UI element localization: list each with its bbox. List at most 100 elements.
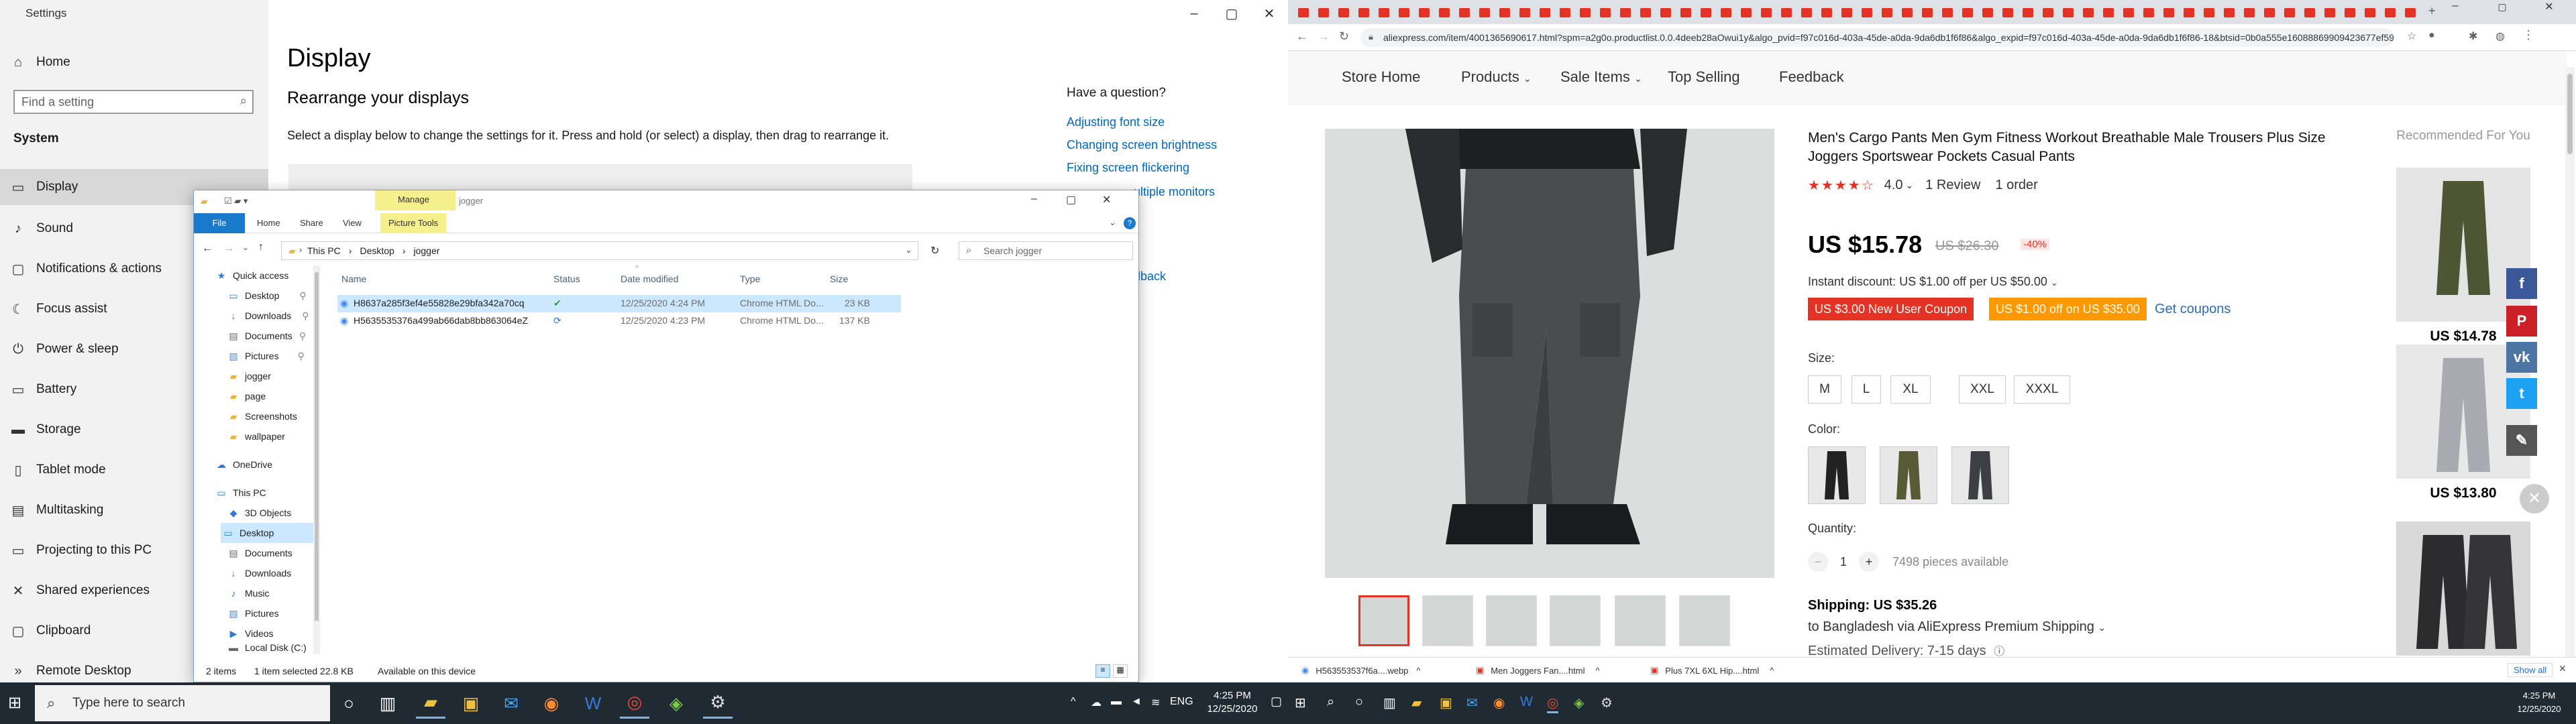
size-option[interactable]: L bbox=[1851, 375, 1881, 404]
tab-home[interactable]: Home bbox=[249, 213, 288, 233]
new-tab-icon[interactable]: + bbox=[2428, 4, 2436, 18]
browser-tab[interactable] bbox=[1456, 4, 1473, 21]
find-setting-input[interactable]: Find a setting ⌕ bbox=[13, 90, 254, 114]
column-size[interactable]: Size bbox=[830, 274, 848, 284]
refresh-icon[interactable]: ↻ bbox=[930, 244, 939, 257]
help-icon[interactable]: ⓘ bbox=[1994, 646, 2004, 657]
back-icon[interactable]: ← bbox=[202, 243, 213, 255]
size-option[interactable]: XXXL bbox=[2014, 375, 2070, 404]
edit-icon[interactable]: ✎ bbox=[2506, 425, 2537, 456]
browser-tab[interactable] bbox=[1375, 4, 1393, 21]
browser-tab[interactable] bbox=[1576, 4, 1594, 21]
nav-onedrive[interactable]: ☁ OneDrive bbox=[214, 455, 272, 475]
address-bar[interactable]: ▰ › This PC › Desktop › jogger ⌄ bbox=[281, 241, 918, 260]
mail-icon[interactable]: ✉ bbox=[496, 688, 526, 719]
thumbnail[interactable] bbox=[1550, 595, 1601, 646]
nav-downloads[interactable]: ↓ Downloads bbox=[226, 563, 292, 583]
clock[interactable]: 4:25 PM 12/25/2020 bbox=[1195, 689, 1269, 716]
browser-tab[interactable] bbox=[2140, 4, 2157, 21]
tray-chevron-icon[interactable]: ^ bbox=[1071, 696, 1076, 708]
browser-tab[interactable] bbox=[1919, 4, 1936, 21]
browser-tab[interactable] bbox=[1838, 4, 1856, 21]
browser-tab[interactable] bbox=[1476, 4, 1493, 21]
browser-tab[interactable] bbox=[1597, 4, 1614, 21]
browser-tab[interactable] bbox=[1315, 4, 1332, 21]
browser-tab[interactable] bbox=[2220, 4, 2238, 21]
network-tray-icon[interactable]: ▬ bbox=[1111, 696, 1122, 708]
close-button[interactable]: ✕ bbox=[1250, 0, 1288, 27]
up-icon[interactable]: ↑ bbox=[258, 241, 264, 253]
browser-tab[interactable] bbox=[2361, 4, 2379, 21]
download-item[interactable]: ◉ H563553537f6a....webp ^ bbox=[1301, 662, 1456, 679]
browser-tab[interactable] bbox=[2200, 4, 2218, 21]
decrease-button[interactable]: − bbox=[1808, 552, 1828, 572]
facebook-share-icon[interactable]: f bbox=[2506, 268, 2537, 299]
minimize-button[interactable]: – bbox=[2442, 0, 2469, 12]
browser-tab[interactable] bbox=[1979, 4, 1996, 21]
nav-quick-access[interactable]: ★ Quick access bbox=[214, 265, 289, 286]
browser-tab[interactable] bbox=[1355, 4, 1373, 21]
profile-icon[interactable]: ◍ bbox=[2496, 29, 2505, 43]
quick-access-toolbar-icon[interactable]: ☑ ▰ ▾ bbox=[224, 196, 248, 206]
browser-tab[interactable] bbox=[1818, 4, 1835, 21]
browser-tab[interactable] bbox=[2080, 4, 2097, 21]
nav-downloads-pinned[interactable]: ↓ Downloads ⚲ bbox=[226, 306, 309, 326]
nav-documents-pinned[interactable]: ▤ Documents ⚲ bbox=[226, 326, 306, 346]
nav-desktop[interactable]: ▭ Desktop bbox=[221, 523, 315, 543]
color-option-green[interactable] bbox=[1880, 446, 1937, 504]
thumbnail[interactable] bbox=[1486, 595, 1537, 646]
browser-tab[interactable] bbox=[1959, 4, 1976, 21]
browser-tab[interactable] bbox=[2301, 4, 2318, 21]
browser-tab[interactable] bbox=[1436, 4, 1453, 21]
forward-icon[interactable]: → bbox=[223, 243, 234, 255]
pinterest-share-icon[interactable]: P bbox=[2506, 306, 2537, 337]
scrollbar-thumb[interactable] bbox=[2567, 74, 2573, 154]
browser-tab[interactable] bbox=[1496, 4, 1513, 21]
browser-tab[interactable] bbox=[1516, 4, 1534, 21]
firefox-icon[interactable]: ◉ bbox=[537, 688, 566, 719]
column-date[interactable]: Date modified bbox=[621, 274, 678, 284]
size-option[interactable]: XL bbox=[1890, 375, 1931, 404]
file-row[interactable]: ◉ H5635535376a499ab66dab8bb863064eZ ⟳ 12… bbox=[337, 312, 901, 330]
file-explorer-icon[interactable]: ▰ bbox=[416, 688, 445, 719]
browser-tab[interactable] bbox=[2160, 4, 2178, 21]
recent-chevron-icon[interactable]: ⌄ bbox=[242, 243, 249, 252]
browser-tab[interactable] bbox=[2381, 4, 2399, 21]
tab-view[interactable]: View bbox=[335, 213, 370, 233]
nav-jogger[interactable]: ▰ jogger bbox=[226, 366, 271, 386]
browser-tab[interactable] bbox=[1778, 4, 1795, 21]
tab-file[interactable]: File bbox=[194, 213, 245, 233]
browser-tab[interactable] bbox=[2241, 4, 2258, 21]
browser-tab[interactable] bbox=[1758, 4, 1775, 21]
product-image[interactable] bbox=[1325, 129, 1774, 578]
windows-start-icon[interactable]: ⊞ bbox=[1295, 695, 1306, 711]
settings-gear-icon[interactable]: ⚙ bbox=[1601, 695, 1613, 711]
column-type[interactable]: Type bbox=[740, 274, 760, 284]
browser-tab[interactable] bbox=[1637, 4, 1654, 21]
close-share-icon[interactable]: ✕ bbox=[2520, 484, 2549, 514]
chevron-down-icon[interactable]: ⌄ bbox=[1109, 217, 1116, 228]
color-option-black[interactable] bbox=[1808, 446, 1866, 504]
thumbnail[interactable] bbox=[1422, 595, 1473, 646]
thumbnail[interactable] bbox=[1615, 595, 1666, 646]
nav-page[interactable]: ▰ page bbox=[226, 386, 266, 406]
instant-discount[interactable]: Instant discount: US $1.00 off per US $5… bbox=[1808, 275, 2058, 289]
browser-tab[interactable] bbox=[1798, 4, 1815, 21]
breadcrumb-this-pc[interactable]: This PC bbox=[307, 245, 341, 256]
maximize-button[interactable]: ▢ bbox=[2489, 1, 2516, 13]
help-icon[interactable]: ? bbox=[1124, 217, 1136, 229]
browser-tab[interactable] bbox=[1717, 4, 1735, 21]
menu-icon[interactable]: ⋮ bbox=[2522, 28, 2534, 42]
browser-tab[interactable] bbox=[1737, 4, 1755, 21]
link-font-size[interactable]: Adjusting font size bbox=[1067, 115, 1165, 129]
address-dropdown-icon[interactable]: ⌄ bbox=[905, 245, 912, 255]
browser-tab[interactable] bbox=[1999, 4, 2017, 21]
taskbar-search[interactable]: ⌕ Type here to search bbox=[35, 685, 330, 721]
clock[interactable]: 4:25 PM 12/25/2020 bbox=[2509, 689, 2569, 716]
minimize-button[interactable]: – bbox=[1175, 0, 1213, 27]
word-icon[interactable]: W bbox=[578, 688, 608, 719]
task-view-icon[interactable]: ▥ bbox=[373, 688, 402, 719]
manage-tab[interactable]: Manage bbox=[375, 190, 455, 210]
home-nav[interactable]: ⌂ Home bbox=[0, 44, 268, 80]
download-item[interactable]: ▣ Men Joggers Fan....html ^ bbox=[1476, 662, 1630, 679]
